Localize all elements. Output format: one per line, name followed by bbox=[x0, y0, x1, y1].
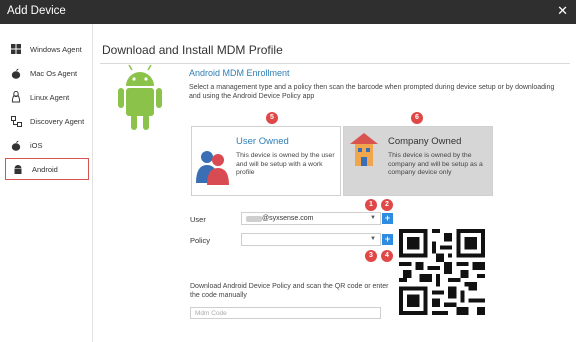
callout-badge-3: 3 bbox=[365, 250, 377, 262]
sidebar-item-label: Mac Os Agent bbox=[30, 68, 78, 78]
user-icon bbox=[196, 151, 229, 185]
user-select-value: @syxsense.com bbox=[262, 215, 314, 222]
callout-badge-4: 4 bbox=[381, 250, 393, 262]
policy-select[interactable]: ▼ bbox=[241, 233, 381, 246]
windows-icon bbox=[10, 43, 22, 55]
sidebar-item-ios[interactable]: iOS bbox=[10, 136, 43, 154]
enrollment-title: Android MDM Enrollment bbox=[189, 68, 290, 78]
page-title: Download and Install MDM Profile bbox=[102, 43, 283, 57]
sidebar-item-label: Windows Agent bbox=[30, 44, 82, 54]
card-title: Company Owned bbox=[388, 136, 462, 147]
company-icon bbox=[350, 133, 378, 166]
add-user-button[interactable]: + bbox=[382, 213, 393, 224]
android-icon bbox=[12, 163, 24, 175]
card-description: This device is owned by the user and wil… bbox=[236, 152, 335, 176]
user-owned-card[interactable]: User Owned This device is owned by the u… bbox=[191, 126, 341, 196]
policy-label: Policy bbox=[190, 236, 211, 245]
discovery-icon bbox=[10, 115, 22, 127]
divider bbox=[100, 63, 570, 64]
window-title: Add Device bbox=[7, 5, 66, 17]
sidebar: Windows Agent Mac Os Agent Linux Agent D… bbox=[0, 24, 93, 342]
sidebar-item-linux-agent[interactable]: Linux Agent bbox=[10, 88, 69, 106]
qr-code bbox=[399, 229, 485, 315]
company-owned-card[interactable]: Company Owned This device is owned by th… bbox=[343, 126, 493, 196]
callout-badge-5: 5 bbox=[266, 112, 278, 124]
callout-badge-1: 1 bbox=[365, 199, 377, 211]
callout-badge-6: 6 bbox=[411, 112, 423, 124]
sidebar-item-discovery-agent[interactable]: Discovery Agent bbox=[10, 112, 84, 130]
apple-icon bbox=[10, 139, 22, 151]
linux-icon bbox=[10, 91, 22, 103]
close-icon[interactable]: ✕ bbox=[557, 3, 568, 19]
card-title: User Owned bbox=[236, 136, 289, 147]
download-instructions: Download Android Device Policy and scan … bbox=[190, 283, 389, 299]
sidebar-item-mac-os-agent[interactable]: Mac Os Agent bbox=[10, 64, 77, 82]
title-bar: Add Device ✕ bbox=[0, 0, 576, 24]
apple-icon bbox=[10, 67, 22, 79]
user-select[interactable]: @syxsense.com ▼ bbox=[241, 212, 381, 225]
user-label: User bbox=[190, 215, 206, 224]
sidebar-item-label: Discovery Agent bbox=[30, 116, 85, 126]
sidebar-item-windows-agent[interactable]: Windows Agent bbox=[10, 40, 82, 58]
sidebar-item-android[interactable]: Android bbox=[5, 158, 89, 180]
card-description: This device is owned by the company and … bbox=[388, 152, 483, 176]
chevron-down-icon: ▼ bbox=[370, 215, 376, 221]
callout-badge-2: 2 bbox=[381, 199, 393, 211]
redacted-username bbox=[246, 216, 262, 222]
sidebar-item-label: iOS bbox=[30, 140, 43, 150]
mdm-code-input[interactable] bbox=[190, 307, 381, 319]
main-content: Download and Install MDM Profile Android… bbox=[92, 24, 576, 342]
chevron-down-icon: ▼ bbox=[370, 236, 376, 242]
android-logo-icon bbox=[118, 64, 162, 130]
sidebar-item-label: Linux Agent bbox=[30, 92, 70, 102]
add-policy-button[interactable]: + bbox=[382, 234, 393, 245]
sidebar-item-label: Android bbox=[32, 164, 58, 174]
enrollment-description: Select a management type and a policy th… bbox=[189, 84, 555, 100]
